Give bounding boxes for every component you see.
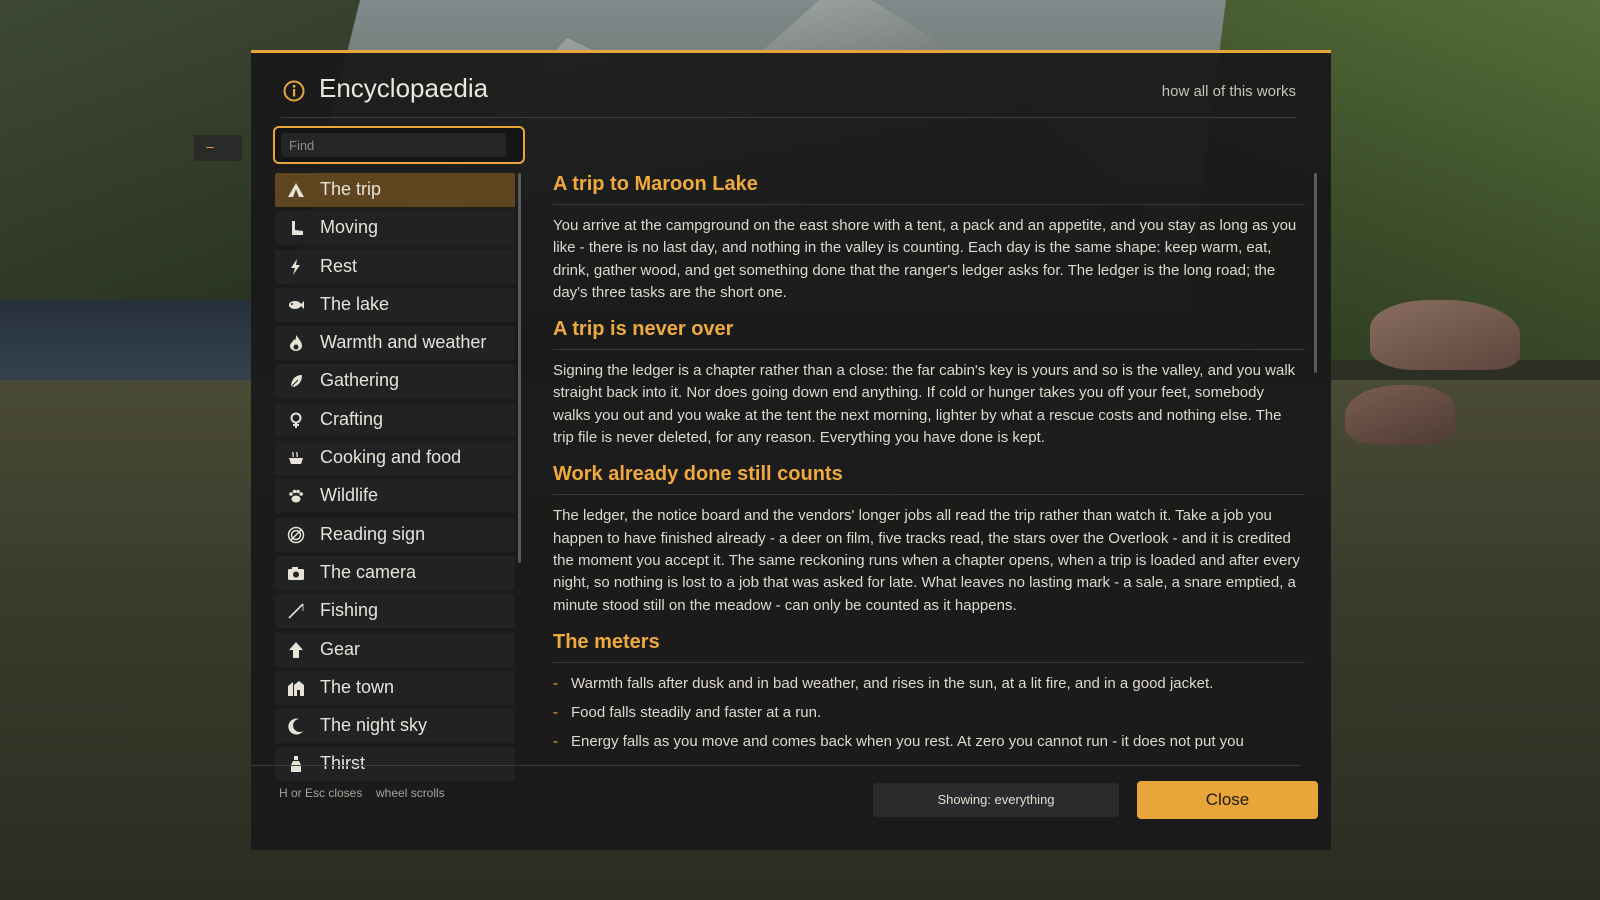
topic-item[interactable]: Fishing — [275, 594, 515, 629]
search-box — [273, 126, 525, 164]
knot-icon — [290, 412, 302, 428]
close-button[interactable]: Close — [1137, 781, 1318, 819]
topic-label: Crafting — [320, 408, 384, 429]
flame-icon — [290, 335, 302, 352]
topic-label: The lake — [320, 293, 390, 314]
article-content: A trip to Maroon Lake You arrive at the … — [553, 173, 1305, 765]
topic-label: Cooking and food — [320, 447, 462, 468]
section-body: You arrive at the campground on the east… — [553, 217, 1297, 301]
backpack-icon — [289, 641, 303, 658]
topic-label: The night sky — [320, 715, 428, 736]
leaf-icon — [290, 375, 302, 388]
boulder — [1370, 300, 1520, 370]
bullet-marker: - — [553, 703, 558, 721]
list-item-text: Energy falls as you move and comes back … — [571, 732, 1244, 750]
scroll-hint: wheel scrolls — [376, 786, 445, 800]
house-icon — [288, 680, 304, 696]
moon-icon — [288, 718, 303, 735]
topic-item[interactable]: Gear — [275, 632, 515, 667]
topic-item[interactable]: Warmth and weather — [275, 326, 515, 361]
topic-item[interactable]: Rest — [275, 249, 515, 284]
section-heading: A trip to Maroon Lake — [553, 173, 1305, 205]
boot-icon — [292, 221, 303, 236]
topic-label: Wildlife — [320, 485, 379, 506]
topic-label: Fishing — [320, 600, 379, 621]
list-item-text: Food falls steadily and faster at a run. — [571, 703, 822, 721]
topic-item[interactable]: Gathering — [275, 364, 515, 399]
topic-label: Reading sign — [320, 523, 426, 544]
article-section: Work already done still counts The ledge… — [553, 463, 1305, 616]
tent-icon — [288, 183, 304, 197]
section-body: The ledger, the notice board and the ven… — [553, 507, 1300, 614]
topic-label: The town — [320, 676, 395, 697]
topic-item[interactable]: The town — [275, 670, 515, 705]
search-input[interactable] — [281, 133, 506, 157]
fishing-rod-icon — [288, 603, 304, 619]
topic-label: Rest — [320, 255, 358, 276]
list-item: - Food falls steadily and faster at a run… — [553, 702, 1305, 724]
info-icon — [283, 80, 305, 102]
topic-item[interactable]: The night sky — [275, 709, 515, 744]
bullet-marker: - — [553, 732, 558, 750]
page-title: Encyclopaedia — [319, 73, 489, 103]
topic-label: Gear — [320, 638, 361, 659]
fish-icon — [289, 300, 304, 309]
article-scrollbar[interactable] — [1314, 173, 1317, 373]
section-heading: The meters — [553, 631, 1305, 663]
camera-icon — [288, 566, 304, 580]
topic-label: The trip — [320, 179, 382, 199]
pot-icon — [289, 451, 303, 465]
topic-item[interactable]: Cooking and food — [275, 441, 515, 476]
topic-list-scrollbar[interactable] — [518, 173, 521, 563]
topic-list: The trip Moving Rest The lake Warmth and wea… — [275, 173, 515, 815]
list-item: - Warmth falls after dusk and in bad weat… — [553, 673, 1305, 695]
article-section: The meters - Warmth falls after dusk and … — [553, 631, 1305, 753]
topic-label: Moving — [320, 217, 379, 238]
spiral-icon — [287, 526, 305, 543]
list-item: - Energy falls as you move and comes back… — [553, 731, 1305, 753]
topic-label: Gathering — [320, 370, 400, 391]
topic-item[interactable]: Crafting — [275, 402, 515, 437]
topic-item[interactable]: Wildlife — [275, 479, 515, 514]
topic-item[interactable]: The camera — [275, 555, 515, 590]
header-divider — [281, 117, 1296, 118]
topic-label: The camera — [320, 561, 417, 582]
section-heading: Work already done still counts — [553, 463, 1305, 496]
bullet-marker: - — [553, 674, 558, 692]
topic-item[interactable]: Moving — [275, 211, 515, 246]
topic-label: Thirst — [320, 753, 365, 774]
boulder — [1345, 385, 1455, 445]
lightning-icon — [291, 258, 300, 275]
section-body: Signing the ledger is a chapter rather t… — [553, 362, 1296, 447]
close-hint: H or Esc closes — [279, 786, 363, 800]
meters-list: - Warmth falls after dusk and in bad weat… — [553, 673, 1305, 753]
paw-icon — [289, 490, 303, 503]
how-it-works-link[interactable]: how all of this works — [1162, 83, 1296, 100]
filter-button[interactable]: Showing: everything — [873, 783, 1119, 817]
topic-label: Warmth and weather — [320, 332, 487, 353]
topic-item[interactable]: The trip — [275, 173, 515, 207]
encyclopaedia-panel: Encyclopaedia how all of this works – Th… — [194, 50, 1331, 850]
topic-item[interactable]: Reading sign — [275, 517, 515, 552]
section-heading: A trip is never over — [553, 318, 1305, 351]
footer-divider — [251, 765, 1301, 766]
list-item-text: Warmth falls after dusk and in bad weath… — [571, 674, 1214, 692]
panel-header: Encyclopaedia how all of this works — [251, 53, 1331, 123]
article-section: A trip is never over Signing the ledger … — [553, 318, 1305, 449]
collapse-tab[interactable]: – — [194, 135, 242, 161]
topic-item[interactable]: The lake — [275, 287, 515, 322]
article-section: A trip to Maroon Lake You arrive at the … — [553, 173, 1305, 304]
